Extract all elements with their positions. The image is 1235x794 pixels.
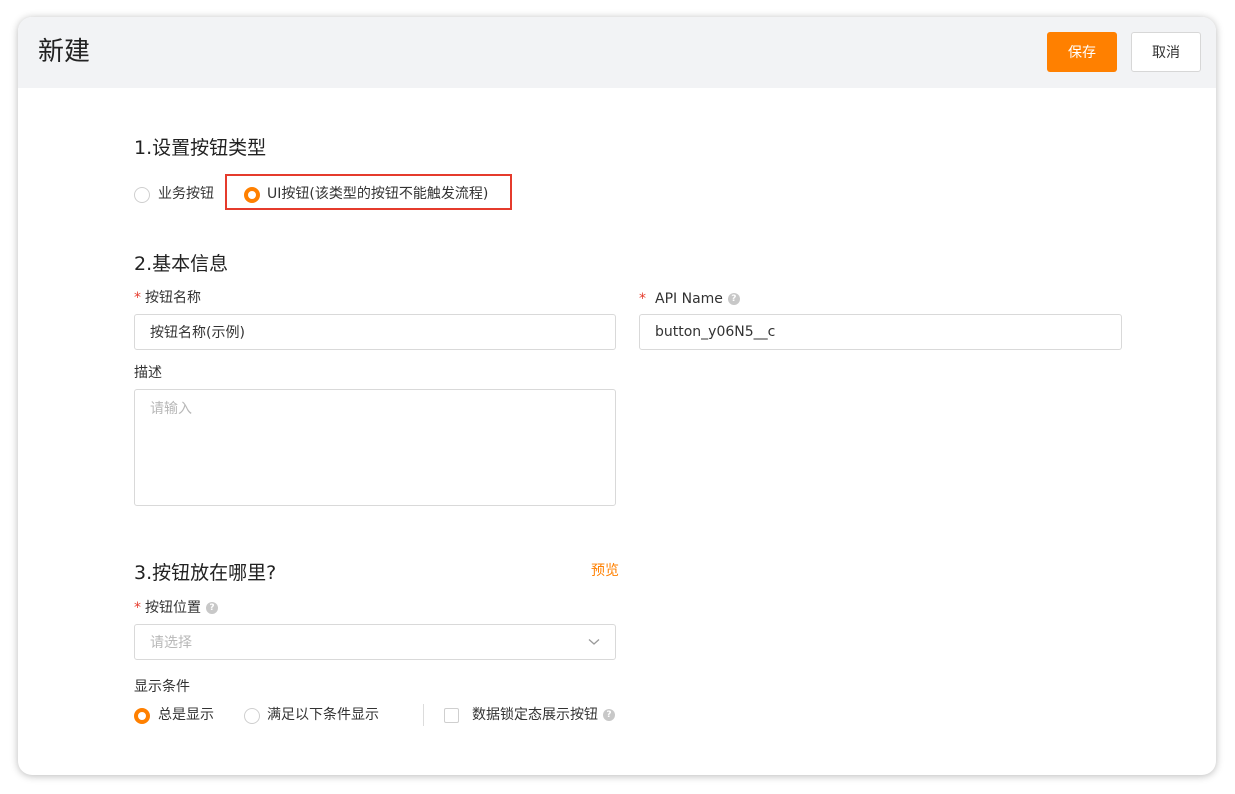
new-button-dialog: 新建 保存 取消 1.设置按钮类型 业务按钮 UI按钮(该类型的按钮不能触发流程… [18, 17, 1216, 775]
radio-always-show[interactable] [134, 708, 150, 724]
lock-state-label-text: 数据锁定态展示按钮 [472, 707, 598, 723]
description-textarea[interactable]: 请输入 [134, 389, 616, 506]
help-icon[interactable]: ? [727, 293, 740, 305]
cancel-button[interactable]: 取消 [1131, 32, 1201, 72]
radio-always-show-label[interactable]: 总是显示 [158, 705, 214, 725]
description-placeholder: 请输入 [150, 401, 192, 417]
radio-conditional-show-label[interactable]: 满足以下条件显示 [267, 705, 379, 725]
save-button[interactable]: 保存 [1047, 32, 1117, 72]
radio-conditional-show[interactable] [244, 708, 260, 724]
api-name-value: button_y06N5__c [655, 324, 776, 340]
section-button-placement-title: 3.按钮放在哪里? [134, 562, 277, 584]
button-position-label-text: 按钮位置 [145, 600, 201, 616]
chevron-down-icon [588, 639, 600, 645]
radio-business-button[interactable] [134, 187, 150, 203]
button-name-label-text: 按钮名称 [145, 290, 201, 306]
radio-ui-button-label[interactable]: UI按钮(该类型的按钮不能触发流程) [267, 184, 488, 204]
required-mark: * [134, 600, 141, 616]
dialog-header: 新建 保存 取消 [18, 17, 1216, 88]
button-name-input[interactable]: 按钮名称(示例) [134, 314, 616, 350]
help-icon[interactable]: ? [603, 709, 615, 721]
lock-state-label[interactable]: 数据锁定态展示按钮? [472, 705, 615, 725]
help-icon[interactable]: ? [206, 602, 218, 614]
display-condition-label: 显示条件 [134, 679, 190, 695]
dialog-title: 新建 [38, 37, 91, 67]
api-name-input[interactable]: button_y06N5__c [639, 314, 1122, 350]
radio-ui-button[interactable] [244, 187, 260, 203]
section-button-type-title: 1.设置按钮类型 [134, 137, 267, 159]
description-label: 描述 [134, 365, 162, 381]
button-name-label: * 按钮名称 [134, 288, 201, 308]
preview-link[interactable]: 预览 [591, 560, 619, 580]
lock-state-checkbox[interactable] [444, 708, 459, 723]
divider [423, 704, 424, 726]
section-basic-info-title: 2.基本信息 [134, 253, 229, 275]
button-position-placeholder: 请选择 [150, 635, 192, 651]
button-position-label: * 按钮位置? [134, 598, 218, 618]
radio-business-button-label[interactable]: 业务按钮 [158, 184, 214, 204]
button-position-select[interactable]: 请选择 [134, 624, 616, 660]
required-mark: * [639, 291, 646, 307]
api-name-label-text: API Name [655, 291, 723, 307]
api-name-label: * API Name? [639, 289, 740, 309]
button-name-value: 按钮名称(示例) [150, 325, 245, 341]
required-mark: * [134, 290, 141, 306]
